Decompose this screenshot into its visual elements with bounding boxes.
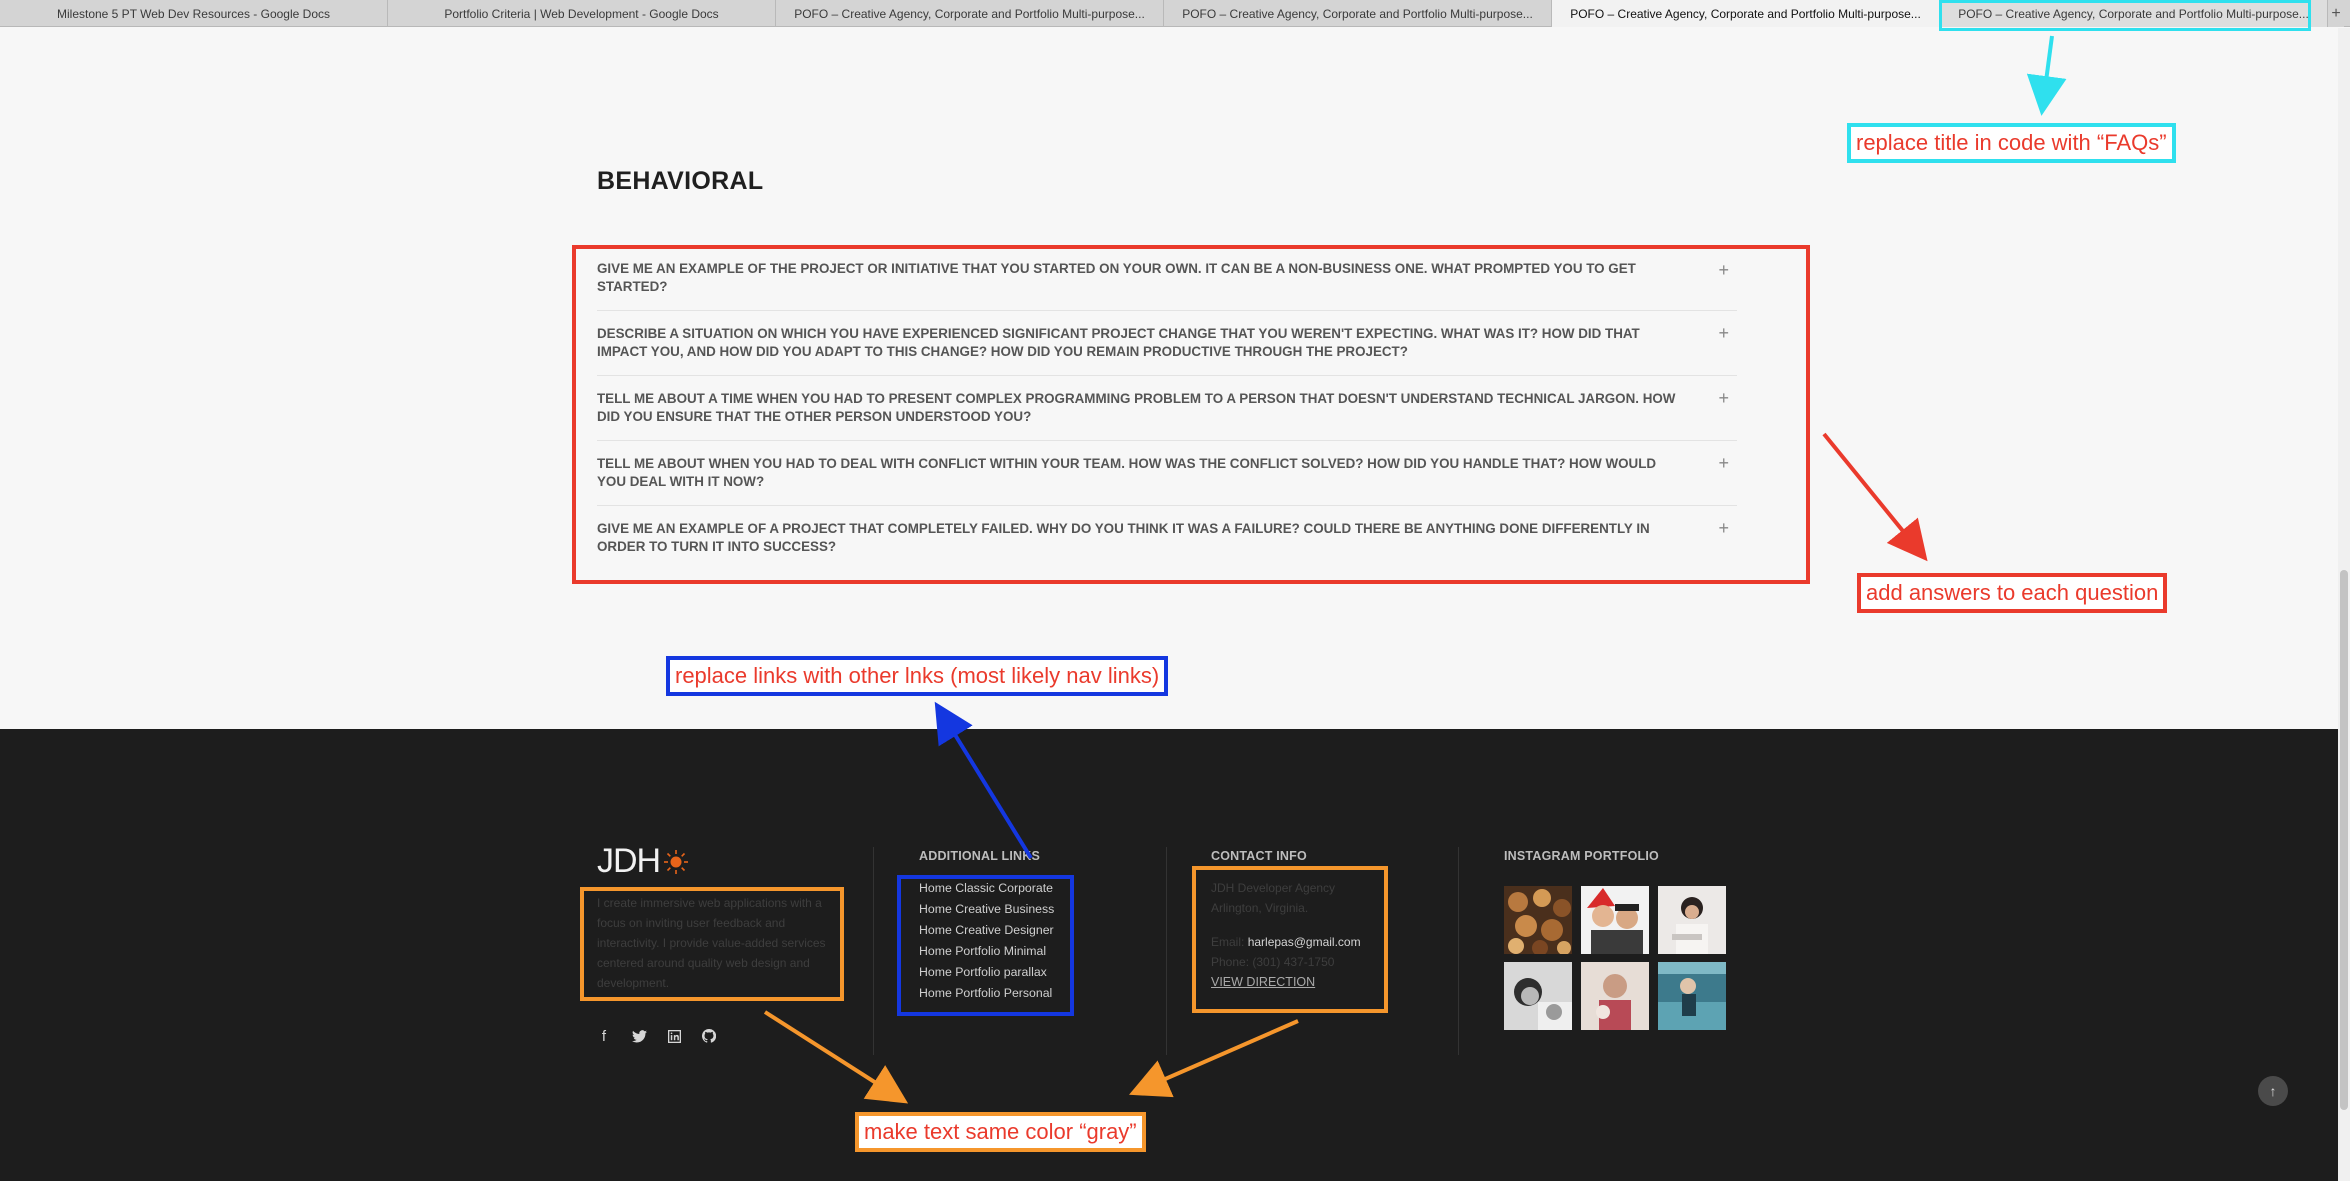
plus-icon[interactable]: + [1718,324,1729,342]
faq-question[interactable]: DESCRIBE A SITUATION ON WHICH YOU HAVE E… [597,311,1737,376]
faq-question-text: GIVE ME AN EXAMPLE OF THE PROJECT OR INI… [597,261,1636,294]
additional-links-list: Home Classic Corporate Home Creative Bus… [919,878,1054,1004]
site-footer [0,729,2338,1181]
facebook-icon[interactable]: f [595,1027,613,1045]
footer-link[interactable]: Home Creative Designer [919,920,1054,941]
browser-tab[interactable]: POFO – Creative Agency, Corporate and Po… [1940,0,2328,27]
arrow-up-icon: ↑ [2269,1083,2277,1099]
color-note: make text same color “gray” [855,1112,1146,1152]
instagram-photo[interactable] [1658,886,1726,954]
tab-note: replace title in code with “FAQs” [1847,123,2176,163]
section-title: BEHAVIORAL [597,167,764,195]
browser-tab[interactable]: Milestone 5 PT Web Dev Resources - Googl… [0,0,388,27]
footer-link[interactable]: Home Portfolio Personal [919,983,1054,1004]
instagram-grid [1504,886,1726,1030]
footer-about-text: I create immersive web applications with… [597,896,826,990]
instagram-title: INSTAGRAM PORTFOLIO [1504,849,1659,863]
links-title: ADDITIONAL LINKS [919,849,1041,863]
instagram-photo[interactable] [1581,962,1649,1030]
browser-tab[interactable]: POFO – Creative Agency, Corporate and Po… [1164,0,1552,27]
faq-question-text: TELL ME ABOUT WHEN YOU HAD TO DEAL WITH … [597,456,1657,489]
faq-question-text: TELL ME ABOUT A TIME WHEN YOU HAD TO PRE… [597,391,1676,424]
faq-accordion: GIVE ME AN EXAMPLE OF THE PROJECT OR INI… [597,248,1737,570]
social-links: f [595,1027,718,1045]
arrow-cyan [2026,35,2067,116]
plus-icon[interactable]: + [1718,261,1729,279]
new-tab-button[interactable]: + [2328,0,2344,27]
contact-email[interactable]: harlepas@gmail.com [1248,935,1361,949]
footer-divider [1458,847,1459,1055]
links-note: replace links with other lnks (most like… [666,656,1169,696]
instagram-photo[interactable] [1658,962,1726,1030]
footer-link[interactable]: Home Portfolio parallax [919,962,1054,983]
footer-divider [873,847,874,1055]
faq-note: add answers to each question [1857,573,2168,613]
contact-title: CONTACT INFO [1211,849,1307,863]
contact-email-row: Email: harlepas@gmail.com [1211,932,1361,952]
view-direction-link[interactable]: VIEW DIRECTION [1211,975,1315,989]
scrollbar-thumb[interactable] [2340,570,2348,1110]
sun-icon [664,849,689,874]
faq-question-text: DESCRIBE A SITUATION ON WHICH YOU HAVE E… [597,326,1640,359]
logo-text: JDH [597,842,661,880]
arrow-red [1822,432,1928,562]
instagram-photo[interactable] [1581,886,1649,954]
instagram-photo[interactable] [1504,962,1572,1030]
back-to-top-button[interactable]: ↑ [2258,1076,2288,1106]
contact-phone: Phone: (301) 437-1750 [1211,955,1335,969]
faq-question[interactable]: TELL ME ABOUT WHEN YOU HAD TO DEAL WITH … [597,441,1737,506]
faq-question[interactable]: TELL ME ABOUT A TIME WHEN YOU HAD TO PRE… [597,376,1737,441]
plus-icon[interactable]: + [1718,389,1729,407]
contact-location: Arlington, Virginia. [1211,901,1309,915]
browser-tab-strip: Milestone 5 PT Web Dev Resources - Googl… [0,0,2350,27]
contact-info: JDH Developer Agency Arlington, Virginia… [1211,878,1361,992]
faq-question[interactable]: GIVE ME AN EXAMPLE OF A PROJECT THAT COM… [597,506,1737,570]
plus-icon[interactable]: + [1718,519,1729,537]
instagram-photo[interactable] [1504,886,1572,954]
footer-link[interactable]: Home Classic Corporate [919,878,1054,899]
github-icon[interactable] [700,1027,718,1045]
faq-question-text: GIVE ME AN EXAMPLE OF A PROJECT THAT COM… [597,521,1650,554]
contact-email-label: Email: [1211,935,1245,949]
linkedin-icon[interactable] [665,1027,683,1045]
footer-link[interactable]: Home Portfolio Minimal [919,941,1054,962]
browser-tab[interactable]: POFO – Creative Agency, Corporate and Po… [776,0,1164,27]
browser-tab[interactable]: Portfolio Criteria | Web Development - G… [388,0,776,27]
footer-divider [1166,847,1167,1055]
plus-icon[interactable]: + [1718,454,1729,472]
footer-logo[interactable]: JDH [597,842,689,881]
contact-company: JDH Developer Agency [1211,881,1336,895]
twitter-icon[interactable] [630,1027,648,1045]
faq-question[interactable]: GIVE ME AN EXAMPLE OF THE PROJECT OR INI… [597,248,1737,311]
footer-link[interactable]: Home Creative Business [919,899,1054,920]
browser-tab-active[interactable]: POFO – Creative Agency, Corporate and Po… [1552,0,1940,27]
